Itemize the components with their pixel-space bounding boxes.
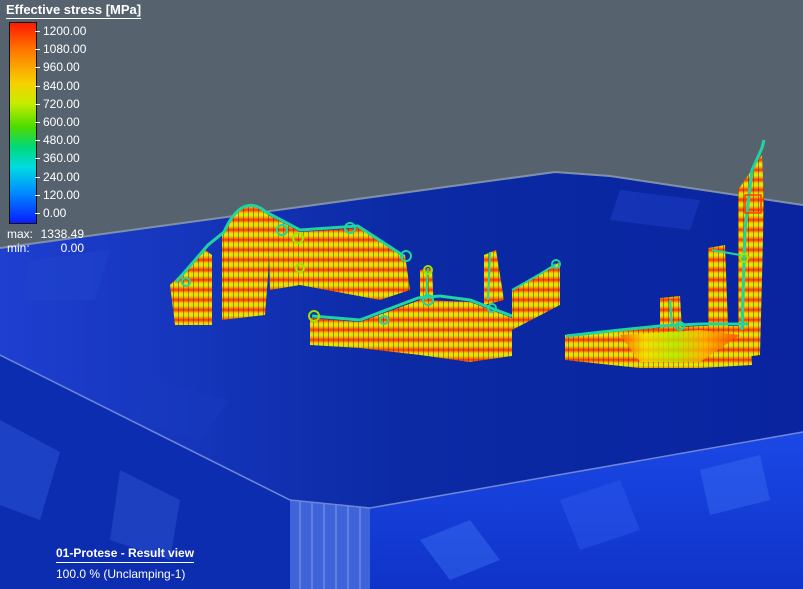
colorbar-tick-label: 480.00 [43,133,80,148]
colorbar-tick-mark [35,158,40,160]
colorbar-tick-label: 0.00 [43,206,67,220]
colorbar-tick-mark [35,103,40,105]
min-value: 0.00 [60,241,84,255]
colorbar-tick-mark [35,194,40,196]
max-value: 1338.49 [40,227,84,241]
colorbar-tick-label: 240.00 [43,169,80,184]
colorbar-tick-mark [35,140,40,142]
colorbar-tick-mark [35,85,40,87]
view-subtitle: 100.0 % (Unclamping-1) [56,567,186,581]
colorbar-tick-mark [35,31,40,32]
colorbar-tick-label: 1080.00 [43,42,87,57]
colorbar-tick-mark [35,176,40,178]
colorbar-tick-label: 360.00 [43,151,80,166]
colorbar-tick-mark [35,49,40,51]
stress-colorbar [9,22,37,224]
colorbar-tick-mark [35,122,40,123]
colorbar-tick-label: 600.00 [43,115,80,129]
colorbar-tick-label: 840.00 [43,78,80,93]
colorbar-tick-label: 1200.00 [43,24,87,38]
view-title: 01-Protese - Result view [56,546,195,563]
colorbar-tick-label: 960.00 [43,60,80,75]
colorbar-tick-mark [35,213,40,214]
colorbar-tick-label: 720.00 [43,96,80,111]
colorbar-tick-label: 120.00 [43,187,80,202]
result-viewport[interactable] [0,0,803,589]
legend-title: Effective stress [MPa] [6,2,142,19]
colorbar-tick-mark [35,67,40,69]
